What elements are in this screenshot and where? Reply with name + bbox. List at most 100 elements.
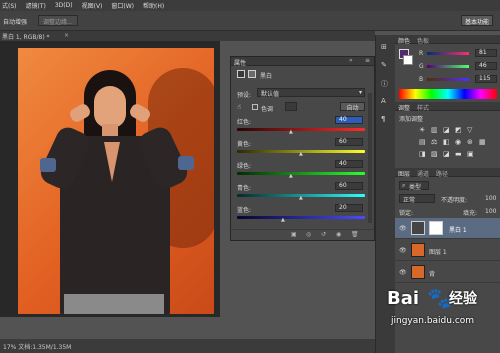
add-adjustment-label: 添加调整 [399,116,424,123]
slider-track[interactable] [237,172,365,175]
photo-filter-icon[interactable]: ◉ [455,138,461,146]
brush-icon[interactable]: ✎ [381,61,387,69]
options-bar: 自动增强 调整边缘... 基本功能 [0,11,500,31]
vibrance-icon[interactable]: ▽ [467,126,472,134]
g-slider[interactable] [427,65,469,68]
curves-icon[interactable]: ◪ [443,126,450,134]
threshold-icon[interactable]: ◪ [443,150,450,158]
shirt-neckline [104,142,120,182]
menu-item-window[interactable]: 窗口(W) [111,1,134,10]
background-color-swatch[interactable] [403,55,413,65]
slider-thumb[interactable]: ▲ [289,129,293,135]
opacity-value[interactable]: 100 [485,195,496,202]
watermark-logo-cn: 经验 [449,291,477,307]
refine-edge-button[interactable]: 调整边缘... [38,15,78,26]
g-value-field[interactable]: 46 [475,62,497,70]
properties-panel-title: 属性 [234,60,247,67]
character-icon[interactable]: A [381,97,386,105]
slider-track[interactable] [237,216,365,219]
layer-row[interactable]: 👁 黑白 1 [395,218,500,239]
b-slider[interactable] [427,78,469,81]
tab-swatches[interactable]: 色板 [417,36,429,45]
slider-value-field[interactable]: 60 [335,182,363,190]
hue-sat-icon[interactable]: ▤ [419,138,426,146]
reset-icon[interactable]: ↺ [321,231,326,238]
visibility-icon[interactable]: ◉ [336,231,341,238]
tab-channels[interactable]: 通道 [417,169,429,178]
slider-thumb[interactable]: ▲ [281,217,285,223]
gradient-map-icon[interactable]: ▬ [455,150,462,158]
paragraph-icon[interactable]: ¶ [381,115,385,123]
tint-label: 色调 [261,106,274,113]
adjustment-icon-grid: ☀ ▥ ◪ ◩ ▽ ▤ ⚖ ◧ ◉ ⊛ ▦ ◨ ▨ ◪ ▬ ▣ [419,126,499,166]
slider-thumb[interactable]: ▲ [289,173,293,179]
levels-icon[interactable]: ▥ [431,126,438,134]
panel-collapse-icon[interactable]: » [349,57,353,64]
color-lookup-icon[interactable]: ▦ [479,138,486,146]
exposure-icon[interactable]: ◩ [455,126,462,134]
selective-color-icon[interactable]: ▣ [467,150,474,158]
tab-color[interactable]: 颜色 [398,36,410,45]
photo-canvas[interactable] [18,48,214,314]
preset-select[interactable]: 默认值 ▾ [257,88,365,98]
history-icon[interactable]: ⊞ [381,43,387,51]
blend-mode-select[interactable]: 正常 [399,194,435,204]
slider-label: 青色: [237,185,252,192]
eye-icon[interactable]: 👁 [399,269,407,276]
search-icon: ⌕ [402,182,406,189]
preset-select-value: 默认值 [261,91,280,98]
panel-menu-icon[interactable]: ≡ [365,57,370,64]
posterize-icon[interactable]: ▨ [431,150,438,158]
r-value-field[interactable]: 81 [475,49,497,57]
close-icon[interactable]: × [64,32,69,39]
slider-value-field[interactable]: 40 [335,160,363,168]
fill-value[interactable]: 100 [485,208,496,215]
trash-icon[interactable]: 🗑 [351,231,359,238]
properties-scrollbar[interactable] [368,93,372,223]
tab-paths[interactable]: 路径 [436,169,448,178]
tab-styles[interactable]: 样式 [417,103,429,112]
auto-button[interactable]: 自动 [340,102,365,112]
menu-item-select[interactable]: 式(S) [2,1,17,10]
invert-icon[interactable]: ◨ [419,150,426,158]
slider-track[interactable] [237,128,365,131]
menu-item-help[interactable]: 帮助(H) [143,1,164,10]
black-white-icon[interactable]: ◧ [443,138,450,146]
slider-value-field[interactable]: 60 [335,138,363,146]
color-spectrum-bar[interactable] [399,89,497,99]
channel-mixer-icon[interactable]: ⊛ [467,138,473,146]
r-slider[interactable] [427,52,469,55]
slider-thumb[interactable]: ▲ [299,195,303,201]
layer-kind-label: 类型 [409,184,422,191]
menu-item-3d[interactable]: 3D(D) [55,2,73,9]
tint-color-swatch[interactable] [285,102,297,111]
color-balance-icon[interactable]: ⚖ [431,138,437,146]
tab-layers[interactable]: 图层 [398,169,410,178]
slider-cyan: 青色: 60 ▲ [231,181,374,203]
targeted-adjust-hand-icon[interactable]: ☝ [237,103,241,111]
b-value-field[interactable]: 115 [475,75,497,83]
tint-checkbox[interactable] [252,104,258,110]
layer-name: 黑白 1 [449,227,467,234]
menu-item-view[interactable]: 视图(V) [82,1,103,10]
view-previous-icon[interactable]: ◎ [306,231,311,238]
bw-adjustment-icon [237,70,245,78]
auto-enhance-label[interactable]: 自动增强 [3,17,27,26]
layer-mask-icon[interactable] [248,70,256,78]
tab-adjustments[interactable]: 调整 [398,103,410,112]
layer-kind-filter[interactable]: ⌕ 类型 [399,181,429,191]
status-bar: 17% 文档:1.35M/1.35M [0,339,375,353]
info-icon[interactable]: ⓘ [381,79,388,89]
eye-icon[interactable]: 👁 [399,247,407,254]
document-tab[interactable]: 黑白 1, RGB/8) * × [0,31,375,41]
slider-green: 绿色: 40 ▲ [231,159,374,181]
slider-thumb[interactable]: ▲ [299,151,303,157]
layer-row[interactable]: 👁 图层 1 [395,240,500,261]
slider-value-field[interactable]: 40 [335,116,363,124]
clip-to-layer-icon[interactable]: ▣ [291,231,297,238]
slider-value-field[interactable]: 20 [335,204,363,212]
eye-icon[interactable]: 👁 [399,225,407,232]
menu-item-filter[interactable]: 滤镜(T) [26,1,46,10]
workspace-essentials-button[interactable]: 基本功能 [461,15,494,26]
brightness-icon[interactable]: ☀ [419,126,425,134]
